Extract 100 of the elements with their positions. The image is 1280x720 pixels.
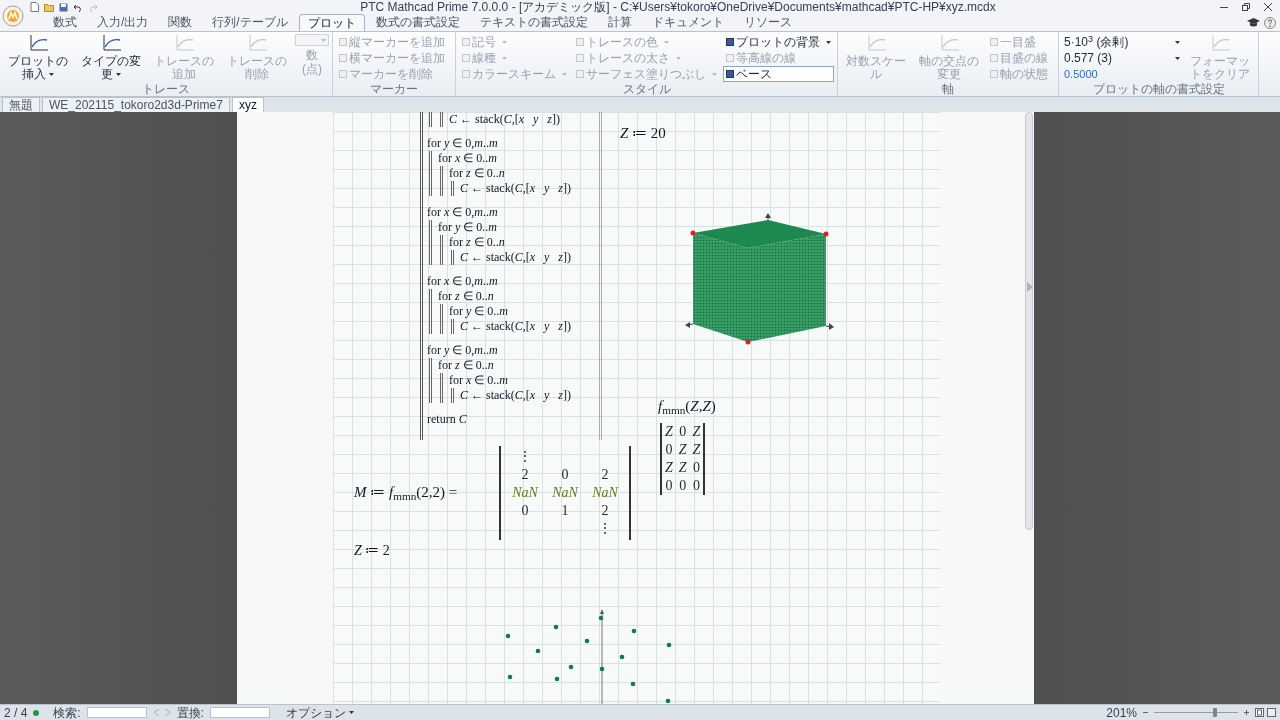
caret-icon bbox=[562, 72, 567, 76]
folder-icon[interactable] bbox=[44, 2, 54, 12]
replace-label: 置換: bbox=[176, 705, 205, 720]
ribbon-tab[interactable]: 数式 bbox=[44, 14, 86, 31]
math-expression: M ≔ f$_{mmn}$(2,2) = bbox=[354, 483, 458, 504]
group-label: マーカー bbox=[369, 82, 419, 96]
ribbon-button[interactable]: ベース bbox=[723, 66, 834, 82]
matrix-cell: 0 bbox=[678, 477, 687, 495]
search-label: 検索: bbox=[53, 705, 81, 720]
program-line: for z ∈ 0..n bbox=[449, 235, 506, 250]
program-line: return C bbox=[427, 412, 468, 427]
matrix-cell: 0 bbox=[692, 477, 701, 495]
undo-icon[interactable] bbox=[73, 2, 83, 12]
ribbon-button[interactable]: プロットの背景 bbox=[723, 34, 834, 50]
math-expression: f$_{mmn}$(Z,Z) bbox=[658, 397, 716, 418]
square-icon bbox=[990, 38, 998, 46]
matrix-cell-text: 2 bbox=[520, 466, 530, 484]
format-value: 0.5000 bbox=[1063, 67, 1099, 82]
matrix-cell: Z bbox=[692, 423, 701, 441]
matrix-cell: Z bbox=[665, 459, 673, 477]
matrix-ellipsis: ⋮ bbox=[517, 448, 533, 466]
square-icon bbox=[576, 70, 584, 78]
options-button[interactable]: オプション bbox=[286, 705, 355, 720]
ribbon-tab[interactable]: 入力/出力 bbox=[88, 14, 158, 31]
square-icon bbox=[339, 70, 347, 78]
graduation-cap-icon[interactable] bbox=[1247, 17, 1260, 28]
ribbon-tab[interactable]: テキストの書式設定 bbox=[470, 14, 597, 31]
minus-icon bbox=[1143, 710, 1148, 715]
field-label: 数 (点) bbox=[301, 48, 323, 76]
program-line: for y ∈ 0..m bbox=[449, 304, 509, 319]
program-line: C ← stack(C,[x y z]) bbox=[460, 181, 571, 196]
plus-icon bbox=[1244, 710, 1249, 715]
caret-icon bbox=[321, 38, 326, 42]
redo-icon[interactable] bbox=[88, 2, 98, 12]
scrollbar-thumb[interactable] bbox=[1025, 112, 1033, 530]
square-icon bbox=[462, 70, 470, 78]
matrix-cell-text: 2 bbox=[600, 466, 610, 484]
ribbon-tab[interactable]: リソース bbox=[734, 14, 801, 31]
format-dropdown[interactable]: 5·10$^{3}$ (余剰) bbox=[1062, 34, 1182, 50]
axes-icon bbox=[27, 34, 49, 54]
square-icon bbox=[576, 38, 584, 46]
matrix-cell-text: 0 bbox=[560, 466, 570, 484]
square-icon bbox=[726, 70, 734, 78]
matrix-cell-text: NaN bbox=[551, 484, 580, 502]
caret-icon bbox=[349, 711, 355, 714]
square-icon bbox=[726, 54, 734, 62]
program-line: for x ∈ 0..m bbox=[449, 373, 509, 388]
program-line: for x ∈ 0,m..m bbox=[427, 274, 499, 289]
math-expression: Z ≔ 2 bbox=[354, 542, 390, 560]
replace-field[interactable] bbox=[210, 707, 271, 718]
program-line: C ← stack(C,[x y z]) bbox=[460, 250, 571, 265]
maximize-icon[interactable] bbox=[1242, 3, 1250, 11]
ribbon-button[interactable]: タイプの変更 bbox=[76, 34, 146, 82]
format-dropdown[interactable]: 0.577 (3) bbox=[1062, 50, 1182, 66]
axes-icon bbox=[246, 34, 268, 54]
axes-icon bbox=[100, 34, 122, 54]
matrix-cell: 0 bbox=[692, 459, 701, 477]
document-tab[interactable]: xyz bbox=[231, 97, 264, 112]
program-line: for z ∈ 0..n bbox=[449, 166, 506, 181]
new-document-icon[interactable] bbox=[30, 2, 39, 12]
matrix-cell-text: 2 bbox=[600, 502, 610, 520]
axes-icon bbox=[173, 34, 195, 54]
square-icon bbox=[726, 38, 734, 46]
square-icon bbox=[339, 54, 347, 62]
axes-icon bbox=[938, 34, 960, 54]
help-icon[interactable] bbox=[1264, 16, 1276, 29]
document-tab[interactable]: 無題 bbox=[2, 97, 40, 112]
program-line: C ← stack(C,[x y z]) bbox=[460, 388, 571, 403]
status-dot-icon bbox=[33, 709, 40, 716]
ribbon-button[interactable]: プロットの挿入 bbox=[3, 34, 73, 82]
caret-icon bbox=[1175, 56, 1180, 60]
save-icon[interactable] bbox=[59, 2, 68, 12]
ribbon-tab[interactable]: 関数 bbox=[159, 14, 202, 31]
square-icon bbox=[990, 54, 998, 62]
matrix-ellipsis: ⋮ bbox=[597, 520, 613, 538]
program-line: for y ∈ 0..m bbox=[438, 220, 498, 235]
program-line: for y ∈ 0,m..m bbox=[427, 343, 499, 358]
math-expression: Z ≔ 20 bbox=[620, 124, 666, 143]
close-icon[interactable] bbox=[1264, 3, 1272, 11]
collapse-arrow-icon bbox=[1027, 282, 1033, 292]
slider-thumb[interactable] bbox=[1212, 708, 1217, 717]
program-line: C ← stack(C,[x y z]) bbox=[460, 319, 571, 334]
ribbon-tab[interactable]: 計算 bbox=[598, 14, 641, 31]
search-field[interactable] bbox=[86, 707, 147, 718]
ribbon-tab[interactable]: 数式の書式設定 bbox=[366, 14, 469, 31]
document-tab[interactable]: WE_202115_tokoro2d3d-Prime7 bbox=[42, 97, 230, 112]
matrix-cell: Z bbox=[678, 459, 687, 477]
ribbon-tab[interactable]: ドキュメント bbox=[642, 14, 733, 31]
square-icon bbox=[990, 70, 998, 78]
draft-view-icon bbox=[1267, 708, 1276, 717]
square-icon bbox=[462, 38, 470, 46]
caret-icon bbox=[826, 40, 831, 44]
ribbon-tab[interactable]: 行列/テーブル bbox=[203, 14, 297, 31]
matrix-cell: Z bbox=[692, 441, 701, 459]
square-icon bbox=[462, 54, 470, 62]
page-view-icon bbox=[1255, 708, 1264, 717]
page-indicator: 2 / 4 bbox=[4, 705, 28, 720]
matrix-cell-text: NaN bbox=[511, 484, 540, 502]
ribbon-tab[interactable]: プロット bbox=[298, 14, 365, 31]
program-line: for z ∈ 0..n bbox=[438, 358, 495, 373]
